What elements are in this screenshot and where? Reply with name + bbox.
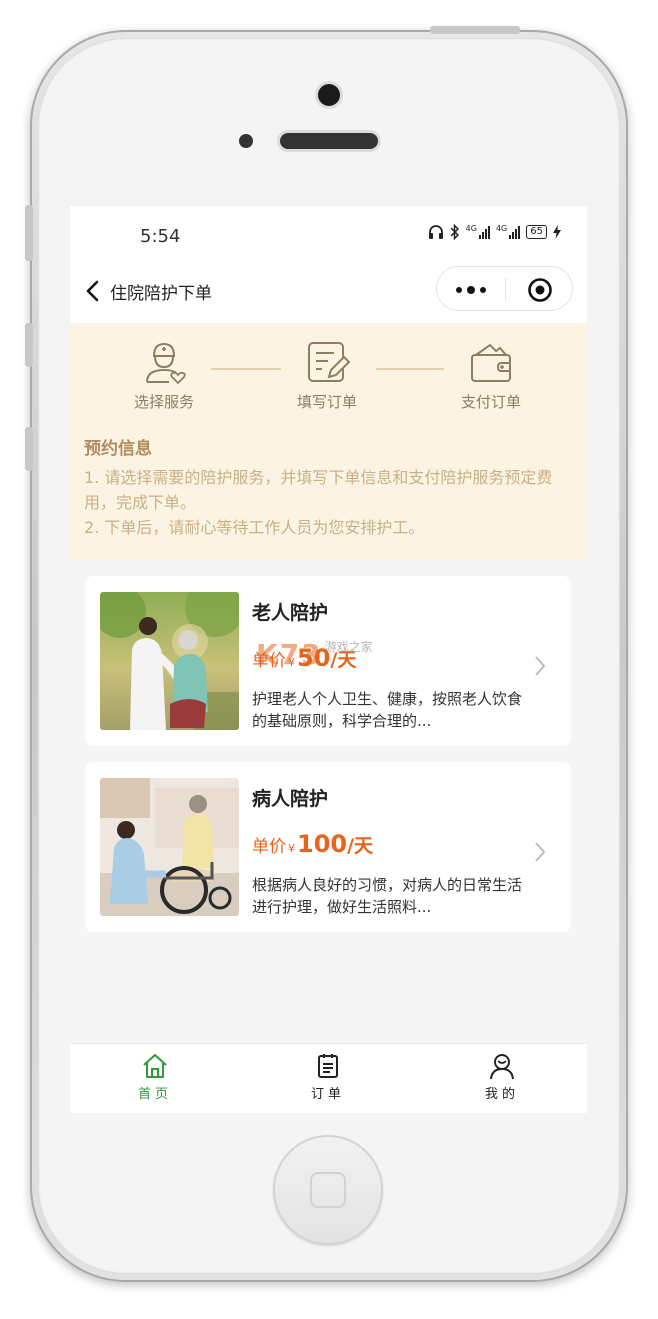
signal-icon-1: 4G [466, 225, 490, 239]
booking-info-title: 预约信息 [84, 439, 152, 459]
step-fill-order: 填写订单 [267, 339, 387, 412]
patient-care-photo [100, 778, 239, 916]
power-button [430, 26, 520, 34]
user-icon [490, 1054, 514, 1080]
elderly-care-photo [100, 592, 239, 730]
tab-profile[interactable]: 我的 [452, 1052, 552, 1102]
close-mini-program-button[interactable] [506, 267, 574, 312]
battery-icon: 65 [526, 225, 547, 239]
tab-label: 我的 [484, 1087, 519, 1102]
bottom-tab-bar: 首页 订单 我的 [70, 1043, 587, 1113]
status-time: 5:54 [140, 226, 181, 247]
step-pay-order: 支付订单 [431, 339, 551, 412]
booking-info-line-1: 1. 请选择需要的陪护服务，并填写下单信息和支付陪护服务预定费用，完成下单。 [84, 468, 553, 512]
signal-icon-2: 4G [495, 224, 521, 239]
service-title: 病人陪护 [252, 788, 329, 810]
tab-label: 首页 [137, 1087, 172, 1102]
service-card-patient-care[interactable]: 病人陪护 单价 ¥100/天 根据病人良好的习惯，对病人的日常生活进行护理，做好生… [85, 762, 571, 932]
status-bar: 5:54 4G 4G 65 [70, 206, 587, 266]
edit-form-icon [308, 342, 350, 382]
booking-info-line-2: 2. 下单后，请耐心等待工作人员为您安排护工。 [84, 518, 425, 537]
price-label: 单价 [252, 837, 286, 857]
mute-switch [25, 205, 33, 261]
mini-program-capsule [436, 266, 573, 311]
tab-orders[interactable]: 订单 [278, 1052, 378, 1102]
home-button[interactable] [273, 1135, 383, 1245]
page-title: 住院陪护下单 [110, 284, 212, 304]
bluetooth-icon [450, 224, 459, 240]
network-type-2: 4G [495, 224, 508, 233]
watermark: K73 游戏之家 [256, 638, 373, 671]
front-camera [318, 84, 340, 106]
price-amount: 100 [297, 830, 348, 858]
home-button-icon [310, 1172, 346, 1208]
nurse-icon [146, 342, 186, 385]
charging-icon [553, 225, 561, 239]
service-price: 单价 ¥100/天 [252, 830, 373, 858]
chevron-right-icon [535, 842, 546, 862]
network-type-1: 4G [465, 224, 477, 233]
service-description: 根据病人良好的习惯，对病人的日常生活进行护理，做好生活照料... [252, 876, 522, 916]
navigation-bar: 住院陪护下单 [70, 266, 587, 323]
volume-up-button [25, 323, 33, 367]
headphones-icon [428, 225, 443, 239]
order-steps-panel: 选择服务 填写订单 支付订单 预约信息 1. 请选择需要的陪护服务，并填写下单信… [70, 323, 587, 560]
watermark-text: K73 [256, 638, 323, 671]
order-list-icon [318, 1054, 338, 1078]
watermark-subtext: 游戏之家 [324, 640, 373, 654]
back-button[interactable] [78, 276, 108, 306]
step-label: 填写订单 [296, 393, 357, 411]
booking-info-text: 1. 请选择需要的陪护服务，并填写下单信息和支付陪护服务预定费用，完成下单。 2… [84, 465, 574, 540]
wallet-icon [471, 343, 511, 382]
home-icon [143, 1054, 167, 1078]
price-currency: ¥ [288, 842, 295, 855]
app-screen: 5:54 4G 4G 65 住院陪护下单 选择服务 填写订单 支付订单 预约信息… [70, 206, 587, 1113]
tab-home[interactable]: 首页 [105, 1052, 205, 1102]
service-title: 老人陪护 [252, 602, 329, 624]
step-label: 选择服务 [133, 393, 194, 411]
step-select-service: 选择服务 [104, 339, 224, 412]
more-button[interactable] [437, 267, 505, 312]
volume-down-button [25, 427, 33, 471]
tab-label: 订单 [310, 1087, 345, 1102]
target-close-icon [528, 277, 552, 302]
chevron-right-icon [535, 656, 546, 676]
step-label: 支付订单 [460, 393, 521, 411]
price-unit: /天 [347, 835, 374, 857]
back-arrow-icon [86, 280, 99, 302]
earpiece-speaker [280, 133, 378, 149]
status-icons: 4G 4G 65 [428, 224, 561, 240]
service-description: 护理老人个人卫生、健康，按照老人饮食的基础原则，科学合理的... [252, 690, 522, 730]
proximity-sensor [239, 134, 253, 148]
